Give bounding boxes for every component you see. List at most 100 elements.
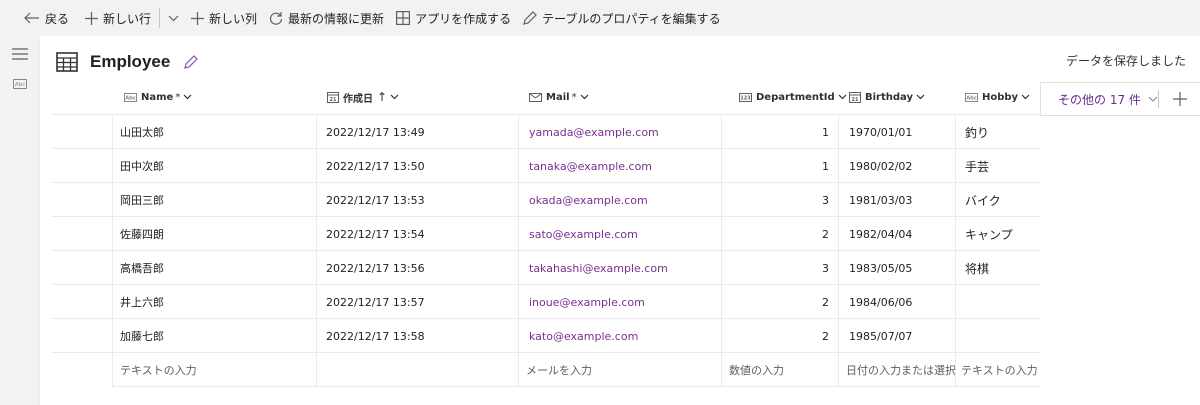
refresh-button[interactable]: 最新の情報に更新 xyxy=(263,0,390,36)
back-button[interactable]: 戻る xyxy=(18,0,75,36)
edit-table-properties-button[interactable]: テーブルのプロパティを編集する xyxy=(517,0,727,36)
chevron-down-icon xyxy=(838,94,847,100)
birthday-cell[interactable]: 1985/07/07 xyxy=(849,319,953,353)
mail-input[interactable]: メールを入力 xyxy=(526,353,716,387)
name-cell[interactable]: 高橋吾郎 xyxy=(120,251,310,285)
column-header-birthday[interactable]: 21 Birthday xyxy=(849,80,925,114)
mail-cell[interactable]: sato@example.com xyxy=(529,217,719,251)
departmentid-cell[interactable]: 2 xyxy=(724,217,829,251)
grid-bottom-border xyxy=(112,386,1040,387)
column-header-name[interactable]: Abc Name * xyxy=(124,80,192,114)
mail-cell[interactable]: tanaka@example.com xyxy=(529,149,719,183)
departmentid-cell[interactable]: 3 xyxy=(724,183,829,217)
name-cell[interactable]: 岡田三郎 xyxy=(120,183,310,217)
cell-divider xyxy=(955,251,956,285)
cell-divider xyxy=(838,319,839,353)
column-header-created[interactable]: 21 作成日 ↑ xyxy=(327,80,399,114)
name-cell[interactable]: 田中次郎 xyxy=(120,149,310,183)
departmentid-cell[interactable]: 1 xyxy=(724,115,829,149)
birthday-cell[interactable]: 1984/06/06 xyxy=(849,285,953,319)
cell-divider xyxy=(955,183,956,217)
cell-divider xyxy=(518,353,519,387)
new-row-dropdown[interactable] xyxy=(162,0,185,36)
departmentid-input[interactable]: 数値の入力 xyxy=(729,353,834,387)
table-row[interactable]: 山田太郎 2022/12/17 13:49 yamada@example.com 1 1… xyxy=(52,114,1040,149)
hobby-cell[interactable]: 手芸 xyxy=(965,149,1040,183)
table-row[interactable]: 井上六郎 2022/12/17 13:57 inoue@example.com 2 19… xyxy=(52,284,1040,319)
created-date-cell[interactable]: 2022/12/17 13:53 xyxy=(326,183,516,217)
created-date-cell[interactable]: 2022/12/17 13:50 xyxy=(326,149,516,183)
birthday-cell[interactable]: 1982/04/04 xyxy=(849,217,953,251)
column-header-mail[interactable]: Mail * xyxy=(529,80,589,114)
table-row[interactable]: 佐藤四朗 2022/12/17 13:54 sato@example.com 2 198… xyxy=(52,216,1040,251)
birthday-cell[interactable]: 1980/02/02 xyxy=(849,149,953,183)
cell-divider xyxy=(112,217,113,251)
hobby-cell[interactable] xyxy=(965,319,1040,353)
pencil-icon xyxy=(184,55,199,69)
mail-cell[interactable]: okada@example.com xyxy=(529,183,719,217)
cell-divider xyxy=(316,251,317,285)
plus-icon xyxy=(1173,92,1187,106)
more-columns-button[interactable]: その他の 17 件 xyxy=(1041,83,1158,115)
birthday-cell[interactable]: 1970/01/01 xyxy=(849,115,953,149)
mail-cell[interactable]: inoue@example.com xyxy=(529,285,719,319)
create-app-button[interactable]: アプリを作成する xyxy=(390,0,517,36)
name-cell[interactable]: 井上六郎 xyxy=(120,285,310,319)
birthday-input[interactable]: 日付の入力または選択 xyxy=(846,353,956,387)
required-marker: * xyxy=(175,91,181,103)
column-header-label: 作成日 xyxy=(343,93,373,105)
add-column-button[interactable] xyxy=(1159,83,1200,115)
rail-table-button[interactable]: Abc xyxy=(11,76,29,92)
birthday-cell[interactable]: 1983/05/05 xyxy=(849,251,953,285)
birthday-cell[interactable]: 1981/03/03 xyxy=(849,183,953,217)
name-cell[interactable]: 山田太郎 xyxy=(120,115,310,149)
created-date-cell[interactable]: 2022/12/17 13:54 xyxy=(326,217,516,251)
cell-divider xyxy=(721,183,722,217)
table-row[interactable]: 田中次郎 2022/12/17 13:50 tanaka@example.com 1 1… xyxy=(52,148,1040,183)
cell-divider xyxy=(721,217,722,251)
refresh-icon xyxy=(269,12,283,25)
created-date-cell[interactable]: 2022/12/17 13:49 xyxy=(326,115,516,149)
name-cell[interactable]: 佐藤四朗 xyxy=(120,217,310,251)
number-type-icon: 123 xyxy=(739,92,752,102)
column-header-label: DepartmentId xyxy=(756,91,835,103)
plus-icon xyxy=(85,11,99,25)
cell-divider xyxy=(955,285,956,319)
chevron-down-icon xyxy=(168,15,179,21)
hobby-cell[interactable]: 釣り xyxy=(965,115,1040,149)
mail-type-icon xyxy=(529,92,542,102)
page-title: Employee xyxy=(90,52,171,71)
hobby-input[interactable]: テキストの入力 xyxy=(961,353,1040,387)
save-status-text: データを保存しました xyxy=(1065,54,1186,68)
departmentid-cell[interactable]: 2 xyxy=(724,319,829,353)
column-header-label: Birthday xyxy=(865,91,913,103)
table-row[interactable]: 加藤七郎 2022/12/17 13:58 kato@example.com 2 198… xyxy=(52,318,1040,353)
created-date-cell[interactable]: 2022/12/17 13:58 xyxy=(326,319,516,353)
created-date-cell[interactable]: 2022/12/17 13:57 xyxy=(326,285,516,319)
name-cell[interactable]: 加藤七郎 xyxy=(120,319,310,353)
column-header-departmentid[interactable]: 123 DepartmentId xyxy=(739,80,847,114)
mail-cell[interactable]: kato@example.com xyxy=(529,319,719,353)
hobby-cell[interactable]: キャンプ xyxy=(965,217,1040,251)
departmentid-cell[interactable]: 2 xyxy=(724,285,829,319)
hobby-cell[interactable] xyxy=(965,285,1040,319)
new-row-button[interactable]: 新しい行 xyxy=(79,0,157,36)
svg-text:Abc: Abc xyxy=(125,95,135,101)
hamburger-menu-button[interactable] xyxy=(11,46,29,62)
created-date-cell[interactable]: 2022/12/17 13:56 xyxy=(326,251,516,285)
name-input[interactable]: テキストの入力 xyxy=(120,353,310,387)
svg-text:21: 21 xyxy=(852,97,859,103)
mail-cell[interactable]: takahashi@example.com xyxy=(529,251,719,285)
mail-cell[interactable]: yamada@example.com xyxy=(529,115,719,149)
departmentid-cell[interactable]: 1 xyxy=(724,149,829,183)
hobby-cell[interactable]: 将棋 xyxy=(965,251,1040,285)
table-row[interactable]: 高橋吾郎 2022/12/17 13:56 takahashi@example.co… xyxy=(52,250,1040,285)
table-row[interactable]: 岡田三郎 2022/12/17 13:53 okada@example.com 3 19… xyxy=(52,182,1040,217)
hobby-cell[interactable]: バイク xyxy=(965,183,1040,217)
column-header-hobby[interactable]: Abc Hobby xyxy=(965,80,1030,114)
back-label: 戻る xyxy=(45,11,70,26)
command-bar: 戻る 新しい行 新しい列 最新の情報に更新 アプリを作成する テーブルのプロパテ… xyxy=(0,0,1200,36)
departmentid-cell[interactable]: 3 xyxy=(724,251,829,285)
new-column-button[interactable]: 新しい列 xyxy=(185,0,263,36)
edit-title-button[interactable] xyxy=(184,55,199,69)
